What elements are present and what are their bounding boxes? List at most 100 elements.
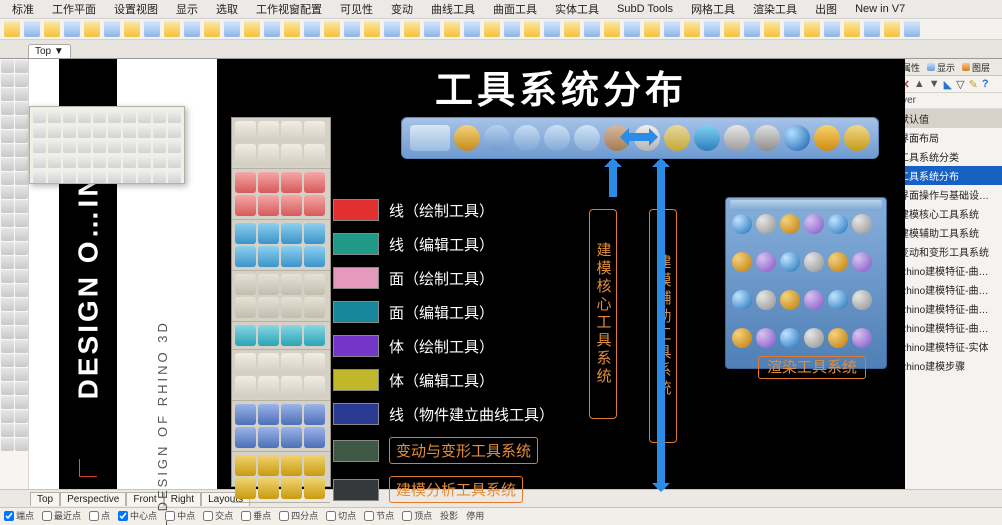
toolbar-icon[interactable]	[344, 21, 360, 37]
toolbar-icon[interactable]	[304, 21, 320, 37]
panel-tab[interactable]: 图层	[959, 61, 993, 74]
toolbar-icon[interactable]	[624, 21, 640, 37]
menu-item[interactable]: 显示	[168, 1, 206, 17]
left-tool-icon[interactable]	[15, 74, 28, 87]
left-tool-icon[interactable]	[1, 200, 14, 213]
down-icon[interactable]: ▼	[929, 78, 940, 90]
flyout-tool-icon[interactable]	[168, 140, 181, 153]
left-tool-icon[interactable]	[1, 340, 14, 353]
toolbar-icon[interactable]	[184, 21, 200, 37]
toolbar-icon[interactable]	[684, 21, 700, 37]
help-icon[interactable]: ?	[982, 78, 989, 90]
osnap-checkbox[interactable]	[402, 511, 412, 521]
toolbar-icon[interactable]	[844, 21, 860, 37]
left-tool-icon[interactable]	[15, 214, 28, 227]
flyout-tool-icon[interactable]	[123, 125, 136, 138]
toolbar-icon[interactable]	[324, 21, 340, 37]
left-tool-icon[interactable]	[1, 186, 14, 199]
menu-item[interactable]: 出图	[807, 1, 845, 17]
toolbar-icon[interactable]	[64, 21, 80, 37]
osnap-checkbox[interactable]	[4, 511, 14, 521]
left-tool-icon[interactable]	[1, 284, 14, 297]
flyout-tool-icon[interactable]	[63, 140, 76, 153]
left-tool-icon[interactable]	[1, 256, 14, 269]
flyout-tool-icon[interactable]	[168, 155, 181, 168]
flyout-tool-icon[interactable]	[108, 140, 121, 153]
left-tool-icon[interactable]	[15, 410, 28, 423]
osnap-checkbox[interactable]	[326, 511, 336, 521]
toolbar-icon[interactable]	[664, 21, 680, 37]
toolbar-icon[interactable]	[444, 21, 460, 37]
osnap-checkbox[interactable]	[241, 511, 251, 521]
left-tool-icon[interactable]	[15, 382, 28, 395]
toolbar-icon[interactable]	[604, 21, 620, 37]
flyout-tool-icon[interactable]	[93, 170, 106, 183]
flyout-tool-icon[interactable]	[108, 125, 121, 138]
flyout-tool-icon[interactable]	[33, 170, 46, 183]
panel-tab[interactable]: 显示	[924, 61, 958, 74]
flyout-tool-icon[interactable]	[93, 140, 106, 153]
left-tool-icon[interactable]	[15, 172, 28, 185]
flyout-tool-icon[interactable]	[168, 170, 181, 183]
left-tool-icon[interactable]	[1, 312, 14, 325]
left-tool-icon[interactable]	[1, 88, 14, 101]
flyout-tool-icon[interactable]	[78, 125, 91, 138]
flyout-tool-icon[interactable]	[63, 155, 76, 168]
flyout-tool-icon[interactable]	[93, 110, 106, 123]
left-tool-icon[interactable]	[15, 144, 28, 157]
menu-item[interactable]: 可见性	[332, 1, 381, 17]
flyout-tool-icon[interactable]	[153, 155, 166, 168]
flyout-tool-icon[interactable]	[78, 155, 91, 168]
left-tool-icon[interactable]	[1, 410, 14, 423]
flyout-tool-icon[interactable]	[138, 140, 151, 153]
flyout-palette[interactable]	[29, 106, 185, 184]
osnap-toggle[interactable]: 投影	[440, 509, 458, 522]
toolbar-icon[interactable]	[504, 21, 520, 37]
left-tool-icon[interactable]	[15, 340, 28, 353]
toolbar-icon[interactable]	[884, 21, 900, 37]
left-tool-icon[interactable]	[15, 116, 28, 129]
flyout-tool-icon[interactable]	[138, 125, 151, 138]
flyout-tool-icon[interactable]	[108, 110, 121, 123]
toolbar-icon[interactable]	[864, 21, 880, 37]
toolbar-icon[interactable]	[524, 21, 540, 37]
left-tool-icon[interactable]	[1, 214, 14, 227]
toolbar-icon[interactable]	[364, 21, 380, 37]
osnap-checkbox[interactable]	[279, 511, 289, 521]
osnap-checkbox[interactable]	[89, 511, 99, 521]
menu-item[interactable]: 渲染工具	[745, 1, 805, 17]
osnap-checkbox[interactable]	[364, 511, 374, 521]
left-tool-icon[interactable]	[15, 256, 28, 269]
menu-item[interactable]: 标准	[4, 1, 42, 17]
flyout-tool-icon[interactable]	[33, 140, 46, 153]
toolbar-icon[interactable]	[904, 21, 920, 37]
left-tool-icon[interactable]	[1, 270, 14, 283]
flyout-tool-icon[interactable]	[93, 125, 106, 138]
left-tool-icon[interactable]	[15, 60, 28, 73]
viewport-tab[interactable]: Top	[30, 492, 60, 506]
flyout-tool-icon[interactable]	[78, 170, 91, 183]
flyout-tool-icon[interactable]	[123, 110, 136, 123]
left-tool-icon[interactable]	[15, 200, 28, 213]
up-icon[interactable]: ▲	[914, 78, 925, 90]
left-tool-icon[interactable]	[1, 424, 14, 437]
flyout-tool-icon[interactable]	[33, 110, 46, 123]
flyout-tool-icon[interactable]	[78, 140, 91, 153]
flyout-tool-icon[interactable]	[108, 170, 121, 183]
viewport-top-tab[interactable]: Top ▼	[28, 44, 71, 58]
osnap-checkbox[interactable]	[203, 511, 213, 521]
flyout-tool-icon[interactable]	[78, 110, 91, 123]
flyout-tool-icon[interactable]	[168, 110, 181, 123]
left-tool-icon[interactable]	[15, 424, 28, 437]
left-tool-icon[interactable]	[1, 102, 14, 115]
toolbar-icon[interactable]	[784, 21, 800, 37]
toolbar-icon[interactable]	[644, 21, 660, 37]
flyout-tool-icon[interactable]	[138, 155, 151, 168]
left-tool-icon[interactable]	[15, 298, 28, 311]
left-tool-icon[interactable]	[1, 60, 14, 73]
menu-item[interactable]: 工作视窗配置	[248, 1, 330, 17]
toolbar-icon[interactable]	[264, 21, 280, 37]
menu-item[interactable]: New in V7	[847, 3, 913, 15]
toolbar-icon[interactable]	[164, 21, 180, 37]
left-tool-icon[interactable]	[15, 270, 28, 283]
